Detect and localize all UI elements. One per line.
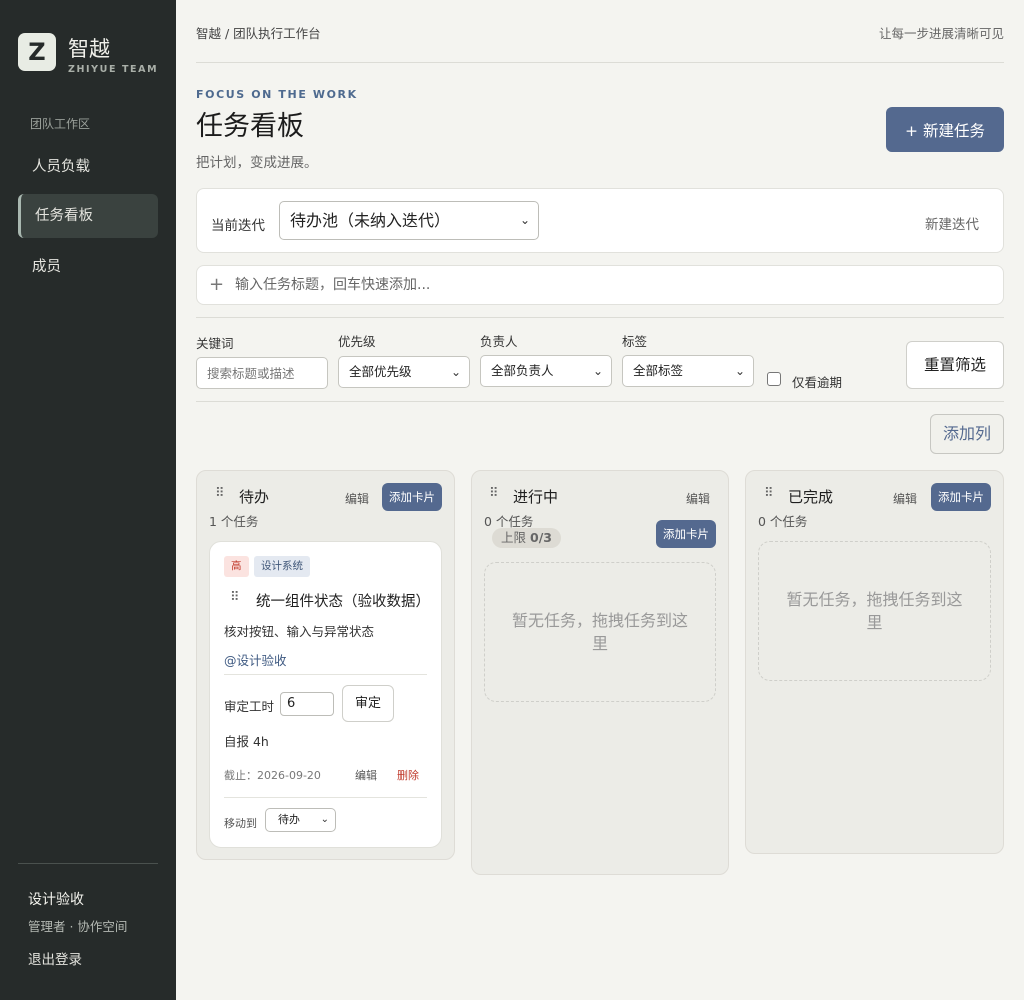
card-assignee: @设计验收	[224, 653, 287, 668]
new-task-button[interactable]: + 新建任务	[886, 107, 1004, 152]
card-title: 统一组件状态（验收数据）	[256, 594, 430, 610]
add-card-button[interactable]: 添加卡片	[656, 520, 716, 548]
empty-drop-zone[interactable]: 暂无任务，拖拽任务到这里	[758, 541, 991, 681]
quick-add-input[interactable]	[235, 271, 935, 299]
column-edit-button[interactable]: 编辑	[893, 490, 917, 507]
page-subtitle: 把计划，变成进展。	[196, 155, 318, 171]
column-task-count: 1 个任务	[209, 514, 259, 529]
column-task-count: 0 个任务	[758, 514, 808, 529]
filter-divider-bottom	[196, 401, 1004, 402]
priority-badge: 高	[224, 556, 249, 577]
card-delete-button[interactable]: 删除	[397, 767, 419, 783]
approve-estimate-button[interactable]: 审定	[342, 685, 394, 722]
card-divider	[224, 674, 427, 675]
page-eyebrow: FOCUS ON THE WORK	[196, 88, 358, 101]
iteration-select-value: 待办池（未纳入迭代）	[290, 211, 451, 230]
sidebar-divider	[18, 863, 158, 864]
logo-icon: Z	[18, 33, 56, 71]
sidebar: Z 智越 ZHIYUE TEAM 团队工作区 人员负载 任务看板 成员 设计验收…	[0, 0, 176, 1000]
card-edit-button[interactable]: 编辑	[355, 767, 377, 783]
empty-drop-zone[interactable]: 暂无任务，拖拽任务到这里	[484, 562, 716, 702]
column-title: 进行中	[513, 488, 559, 506]
sidebar-item-members[interactable]: 成员	[18, 245, 158, 289]
wip-limit-label: 上限	[501, 530, 527, 545]
priority-select-value: 全部优先级	[349, 364, 412, 379]
tag-label: 标签	[622, 334, 648, 349]
wip-limit-badge: 上限 0/3	[492, 528, 561, 548]
card-description: 核对按钮、输入与异常状态	[224, 624, 375, 639]
chevron-down-icon: ⌄	[320, 814, 329, 825]
move-to-value: 待办	[278, 813, 300, 826]
breadcrumb: 智越 / 团队执行工作台	[196, 26, 321, 41]
sidebar-item-task-board[interactable]: 任务看板	[18, 194, 158, 238]
estimate-label: 审定工时	[224, 699, 275, 714]
column-edit-button[interactable]: 编辑	[686, 490, 710, 507]
header-divider	[196, 62, 1004, 63]
tag-select-value: 全部标签	[633, 363, 684, 378]
header-slogan: 让每一步进展清晰可见	[878, 26, 1004, 41]
move-to-select[interactable]: 待办 ⌄	[265, 808, 336, 832]
estimate-input[interactable]: 6	[280, 692, 334, 716]
keyword-label: 关键词	[196, 336, 234, 351]
add-card-button[interactable]: 添加卡片	[931, 483, 991, 511]
new-iteration-button[interactable]: 新建迭代	[925, 213, 979, 233]
overdue-checkbox[interactable]	[767, 372, 781, 386]
overdue-label: 仅看逾期	[792, 375, 843, 390]
priority-select[interactable]: 全部优先级 ⌄	[338, 356, 470, 388]
add-column-button[interactable]: 添加列	[930, 414, 1004, 454]
iteration-label: 当前迭代	[211, 218, 265, 234]
card-deadline: 截止：2026-09-20	[224, 769, 321, 782]
wip-limit-value: 0/3	[530, 530, 552, 545]
chevron-down-icon: ⌄	[592, 364, 603, 378]
tag-badge: 设计系统	[254, 556, 310, 577]
filter-divider-top	[196, 317, 1004, 318]
tag-select[interactable]: 全部标签 ⌄	[622, 355, 754, 387]
assignee-select-value: 全部负责人	[491, 363, 554, 378]
move-to-label: 移动到	[224, 817, 257, 830]
reset-filters-button[interactable]: 重置筛选	[906, 341, 1004, 389]
drag-handle-icon[interactable]: ⠿	[230, 590, 239, 605]
column-edit-button[interactable]: 编辑	[345, 490, 369, 507]
iteration-select[interactable]: 待办池（未纳入迭代） ⌄	[279, 201, 539, 240]
add-card-button[interactable]: 添加卡片	[382, 483, 442, 511]
drag-handle-icon[interactable]: ⠿	[215, 486, 224, 501]
chevron-down-icon: ⌄	[450, 365, 461, 379]
brand-subtitle: ZHIYUE TEAM	[68, 64, 159, 75]
chevron-down-icon: ⌄	[734, 364, 745, 378]
user-name: 设计验收	[28, 892, 84, 908]
card-divider	[224, 797, 427, 798]
keyword-input[interactable]	[196, 357, 328, 389]
chevron-down-icon: ⌄	[519, 213, 530, 227]
self-report-hours: 自报 4h	[224, 734, 269, 749]
page-title: 任务看板	[196, 111, 304, 142]
priority-label: 优先级	[338, 334, 376, 349]
assignee-select[interactable]: 全部负责人 ⌄	[480, 355, 612, 387]
sidebar-item-workload[interactable]: 人员负载	[18, 145, 158, 189]
drag-handle-icon[interactable]: ⠿	[489, 486, 498, 501]
column-title: 已完成	[788, 488, 834, 506]
logout-link[interactable]: 退出登录	[28, 948, 82, 968]
user-role: 管理者 · 协作空间	[28, 919, 128, 934]
plus-icon: +	[209, 274, 225, 295]
drag-handle-icon[interactable]: ⠿	[764, 486, 773, 501]
assignee-label: 负责人	[480, 334, 518, 349]
column-title: 待办	[239, 488, 270, 506]
brand-name: 智越	[68, 37, 110, 61]
sidebar-section-label: 团队工作区	[30, 117, 91, 131]
